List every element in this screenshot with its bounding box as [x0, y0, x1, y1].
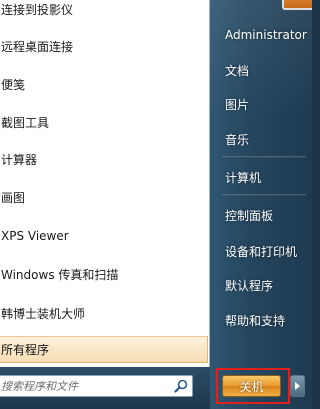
- user-avatar[interactable]: [282, 0, 312, 10]
- separator: [222, 194, 306, 196]
- all-programs-label: 所有程序: [1, 343, 50, 357]
- search-box[interactable]: [0, 375, 193, 397]
- program-item-snipping-tool[interactable]: 截图工具: [0, 104, 209, 140]
- search-strip: [0, 367, 210, 409]
- program-label: 画图: [1, 190, 26, 205]
- documents-link[interactable]: 文档: [215, 56, 311, 84]
- all-programs-button[interactable]: 所有程序: [0, 336, 208, 363]
- devices-printers-link[interactable]: 设备和打印机: [215, 237, 311, 265]
- program-label: XPS Viewer: [1, 229, 69, 243]
- places-pane: Administrator 文档 图片 音乐 计算机 控制面板 设备和打印机 默…: [210, 0, 312, 409]
- music-label: 音乐: [225, 132, 250, 147]
- program-item-projector[interactable]: 连接到投影仪: [0, 0, 209, 27]
- computer-label: 计算机: [225, 170, 262, 185]
- program-item-paint[interactable]: 画图: [0, 179, 209, 215]
- help-support-link[interactable]: 帮助和支持: [215, 306, 311, 334]
- program-label: 便笺: [1, 77, 26, 92]
- shutdown-options-button[interactable]: [290, 375, 305, 397]
- computer-link[interactable]: 计算机: [215, 163, 311, 191]
- control-panel-link[interactable]: 控制面板: [215, 201, 311, 229]
- default-programs-label: 默认程序: [225, 278, 274, 293]
- control-panel-label: 控制面板: [225, 208, 274, 223]
- user-name: Administrator: [225, 28, 307, 42]
- start-menu: 连接到投影仪 远程桌面连接 便笺 截图工具 计算器 画图 XPS Viewer …: [0, 0, 312, 409]
- shutdown-button[interactable]: 关机: [222, 375, 281, 397]
- chevron-right-icon: [295, 382, 300, 390]
- program-label: 截图工具: [1, 115, 50, 130]
- program-item-fax-scan[interactable]: Windows 传真和扫描: [0, 256, 209, 292]
- program-label: 韩博士装机大师: [1, 306, 86, 321]
- program-label: 远程桌面连接: [1, 39, 74, 54]
- program-label: 连接到投影仪: [1, 2, 74, 17]
- user-folder-link[interactable]: Administrator: [215, 21, 311, 49]
- pictures-label: 图片: [225, 97, 250, 112]
- program-item-xps-viewer[interactable]: XPS Viewer: [0, 218, 209, 254]
- program-list-pane: 连接到投影仪 远程桌面连接 便笺 截图工具 计算器 画图 XPS Viewer …: [0, 0, 210, 367]
- music-link[interactable]: 音乐: [215, 125, 311, 153]
- program-item-calculator[interactable]: 计算器: [0, 141, 209, 177]
- program-item-hanboshi[interactable]: 韩博士装机大师: [0, 295, 209, 331]
- default-programs-link[interactable]: 默认程序: [215, 271, 311, 299]
- separator: [222, 156, 306, 158]
- program-label: Windows 传真和扫描: [1, 267, 119, 282]
- pictures-link[interactable]: 图片: [215, 90, 311, 118]
- shutdown-label: 关机: [239, 379, 264, 394]
- search-icon[interactable]: [174, 379, 188, 393]
- documents-label: 文档: [225, 63, 250, 78]
- help-support-label: 帮助和支持: [225, 313, 286, 328]
- search-input[interactable]: [0, 376, 171, 396]
- program-item-remote-desktop[interactable]: 远程桌面连接: [0, 28, 209, 64]
- program-item-sticky-notes[interactable]: 便笺: [0, 66, 209, 102]
- program-label: 计算器: [1, 152, 38, 167]
- devices-printers-label: 设备和打印机: [225, 244, 298, 259]
